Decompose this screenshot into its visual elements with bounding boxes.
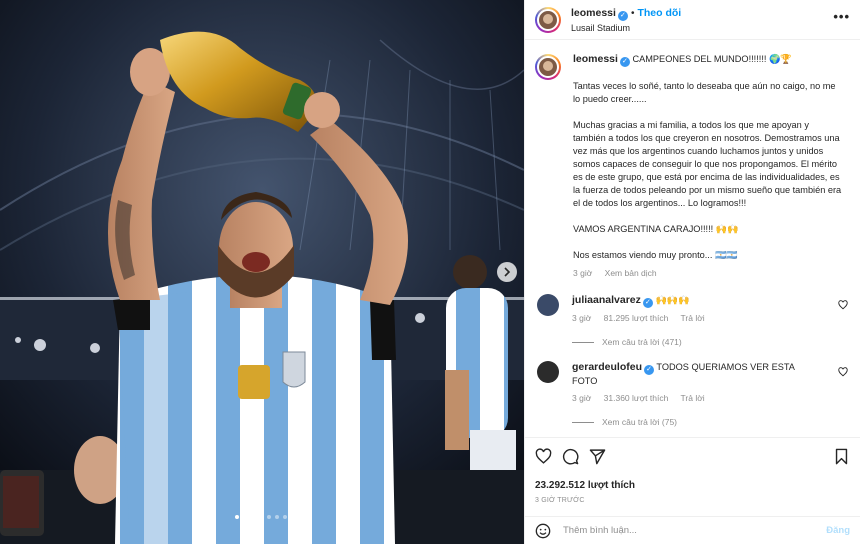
verified-badge-icon: ✓ [619,57,630,67]
carousel-next-button[interactable] [497,262,517,282]
comment-avatar[interactable] [537,361,559,383]
carousel-dot [243,515,247,519]
post-location[interactable]: Lusail Stadium [571,21,681,35]
author-username[interactable]: leomessi [571,7,616,19]
view-replies-label: Xem câu trả lời (75) [602,417,678,427]
post-caption: leomessi ✓ CAMPEONES DEL MUNDO!!!!!!! 🌍🏆 … [535,53,850,280]
emoji-icon[interactable] [535,523,551,539]
carousel-dot [275,515,279,519]
bookmark-icon[interactable] [833,448,850,465]
comment-like-heart-icon[interactable] [838,300,848,310]
replies-divider [572,341,594,343]
carousel-dot [259,515,263,519]
instagram-post-modal: leomessi ✓ • Theo dõi Lusail Stadium ••• le… [0,0,860,544]
comment-icon[interactable] [562,448,579,465]
caption-author-avatar[interactable] [535,54,561,80]
comment-like-heart-icon[interactable] [838,367,848,377]
post-comment-button[interactable]: Đăng [826,525,850,536]
post-actions: 23.292.512 lượt thích 3 GIỜ TRƯỚC [525,437,860,517]
comments-scroll-area[interactable]: leomessi ✓ CAMPEONES DEL MUNDO!!!!!!! 🌍🏆 … [525,41,860,437]
reply-button[interactable]: Trả lời [681,393,705,403]
separator-dot: • [630,7,635,19]
translate-link[interactable]: Xem bản dịch [605,268,657,278]
comment-age: 3 giờ [572,393,592,403]
comment-username[interactable]: gerardeulofeu [572,361,642,373]
post-details-panel: leomessi ✓ • Theo dõi Lusail Stadium ••• le… [524,0,860,544]
caption-paragraph: Tantas veces lo soñé, tanto lo deseaba q… [573,81,836,104]
view-replies-button[interactable]: Xem câu trả lời (471) [572,337,850,347]
comment-likes[interactable]: 31.360 lượt thích [604,393,669,403]
heart-icon[interactable] [535,447,552,465]
more-horizontal-icon[interactable]: ••• [833,10,850,23]
carousel-dot [251,515,255,519]
caption-age: 3 giờ [573,268,593,278]
replies-divider [572,421,594,423]
caption-title: CAMPEONES DEL MUNDO!!!!!!! 🌍🏆 [632,54,792,64]
likes-count[interactable]: 23.292.512 lượt thích [535,480,850,491]
post-media[interactable] [0,0,524,544]
comment-username[interactable]: juliaanalvarez [572,294,641,306]
caption-paragraph: Muchas gracias a mi familia, a todos los… [573,120,842,208]
carousel-dot [235,515,239,519]
reply-button[interactable]: Trả lời [681,313,705,323]
verified-badge-icon: ✓ [642,298,653,308]
comment-item: juliaanalvarez ✓ 🙌🙌🙌 3 giờ 81.295 lượt th… [535,294,850,325]
posted-time: 3 GIỜ TRƯỚC [535,497,585,504]
chevron-right-icon [504,267,511,277]
comment-input[interactable] [563,525,803,536]
carousel-indicator [235,515,287,519]
follow-button[interactable]: Theo dõi [637,7,681,19]
comment-composer: Đăng [525,516,860,544]
carousel-dot [267,515,271,519]
post-header: leomessi ✓ • Theo dõi Lusail Stadium ••• [525,0,860,40]
verified-badge-icon: ✓ [617,10,628,21]
author-avatar[interactable] [535,6,561,33]
comment-text: 🙌🙌🙌 [655,295,690,305]
caption-paragraph: Nos estamos viendo muy pronto... 🇦🇷🇦🇷 [573,250,738,260]
comment-likes[interactable]: 81.295 lượt thích [604,313,669,323]
caption-paragraph: VAMOS ARGENTINA CARAJO!!!!! 🙌🙌 [573,224,739,234]
comment-age: 3 giờ [572,313,592,323]
carousel-dot [283,515,287,519]
comment-item: gerardeulofeu ✓ TODOS QUERIAMOS VER ESTA … [535,361,850,405]
view-replies-button[interactable]: Xem câu trả lời (75) [572,417,850,427]
verified-badge-icon: ✓ [644,365,655,375]
comment-list: juliaanalvarez ✓ 🙌🙌🙌 3 giờ 81.295 lượt th… [535,294,850,427]
paper-plane-icon[interactable] [589,448,606,465]
post-photo [0,0,524,544]
view-replies-label: Xem câu trả lời (471) [602,337,682,347]
caption-username[interactable]: leomessi [573,53,618,65]
comment-avatar[interactable] [537,294,559,316]
